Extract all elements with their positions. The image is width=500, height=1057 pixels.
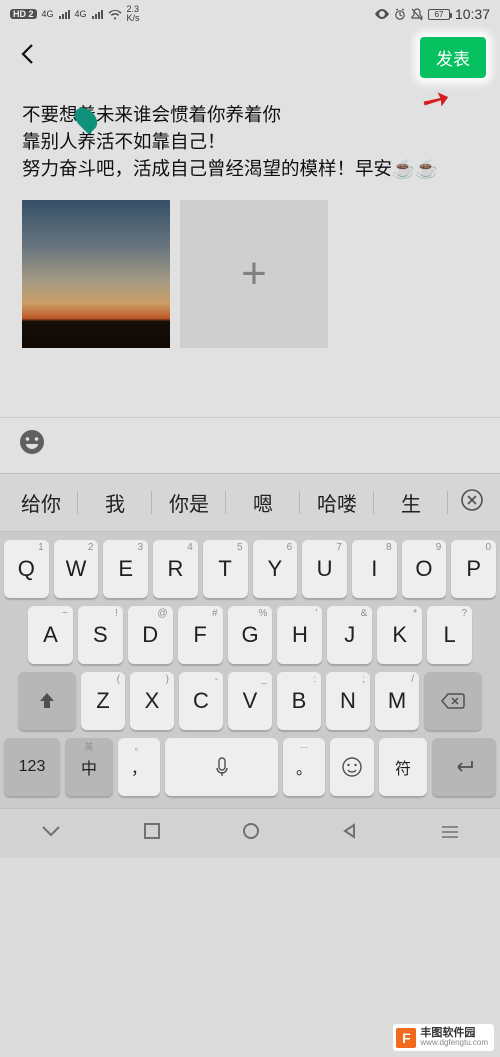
suggestion-5[interactable]: 哈喽 — [300, 482, 374, 523]
shift-key[interactable] — [18, 672, 76, 730]
symbol-key[interactable]: 符 — [379, 738, 427, 796]
comma-key[interactable]: 。 ， — [118, 738, 160, 796]
soft-keyboard: 1Q2W3E4R5T6Y7U8I9O0P ~A!S@D#F%G'H&J*K?L … — [0, 532, 500, 808]
plus-icon: + — [241, 249, 267, 299]
mute-icon — [411, 8, 423, 21]
network-speed: 2.3K/s — [127, 5, 140, 23]
alarm-icon — [394, 8, 406, 20]
attached-image-1[interactable] — [22, 200, 170, 348]
key-p[interactable]: 0P — [451, 540, 496, 598]
watermark-url: www.dgfengtu.com — [420, 1039, 488, 1048]
compose-header: 发表 ➚ — [0, 28, 500, 86]
nav-menu-button[interactable] — [441, 823, 459, 844]
key-o[interactable]: 9O — [402, 540, 447, 598]
nav-back-button[interactable] — [342, 823, 358, 844]
space-key[interactable] — [165, 738, 278, 796]
backspace-key[interactable] — [424, 672, 482, 730]
enter-key[interactable] — [432, 738, 496, 796]
key-t[interactable]: 5T — [203, 540, 248, 598]
key-i[interactable]: 8I — [352, 540, 397, 598]
emoji-picker-button[interactable] — [18, 432, 46, 462]
key-e[interactable]: 3E — [103, 540, 148, 598]
options-area — [0, 358, 500, 418]
suggestion-4[interactable]: 嗯 — [226, 482, 300, 523]
signal-1-bars — [59, 10, 70, 19]
suggestion-1[interactable]: 给你 — [4, 482, 78, 523]
key-q[interactable]: 1Q — [4, 540, 49, 598]
battery-icon: 67 — [428, 9, 450, 20]
key-s[interactable]: !S — [78, 606, 123, 664]
back-button[interactable] — [14, 37, 40, 78]
suggestion-6[interactable]: 生 — [374, 482, 448, 523]
add-image-button[interactable]: + — [180, 200, 328, 348]
wifi-icon — [108, 9, 122, 20]
watermark-logo: F — [396, 1028, 416, 1048]
language-key[interactable]: 英 中 — [65, 738, 113, 796]
ime-suggestion-bar: 给你 我 你是 嗯 哈喽 生 — [0, 473, 500, 532]
key-r[interactable]: 4R — [153, 540, 198, 598]
emoji-toolbar — [0, 418, 500, 473]
key-j[interactable]: &J — [327, 606, 372, 664]
signal-2-label: 4G — [75, 9, 87, 19]
hide-keyboard-button[interactable] — [41, 823, 61, 844]
key-h[interactable]: 'H — [277, 606, 322, 664]
key-c[interactable]: -C — [179, 672, 223, 730]
suggestion-3[interactable]: 你是 — [152, 482, 226, 523]
key-l[interactable]: ?L — [427, 606, 472, 664]
key-x[interactable]: )X — [130, 672, 174, 730]
compose-area: 不要想着未来谁会惯着你养着你 靠别人养活不如靠自己！ 努力奋斗吧，活成自己曾经渴… — [0, 86, 500, 358]
key-g[interactable]: %G — [228, 606, 273, 664]
key-u[interactable]: 7U — [302, 540, 347, 598]
key-w[interactable]: 2W — [54, 540, 99, 598]
keyboard-emoji-key[interactable] — [330, 738, 374, 796]
watermark: F 丰图软件园 www.dgfengtu.com — [393, 1024, 494, 1051]
system-nav-bar — [0, 808, 500, 858]
key-f[interactable]: #F — [178, 606, 223, 664]
status-bar: HD 2 4G 4G 2.3K/s 67 10:37 — [0, 0, 500, 28]
key-z[interactable]: (Z — [81, 672, 125, 730]
key-v[interactable]: _V — [228, 672, 272, 730]
numeric-key[interactable]: 123 — [4, 738, 60, 796]
key-n[interactable]: ;N — [326, 672, 370, 730]
key-k[interactable]: *K — [377, 606, 422, 664]
suggestion-delete-button[interactable] — [448, 488, 496, 518]
key-m[interactable]: /M — [375, 672, 419, 730]
eye-comfort-icon — [375, 9, 389, 19]
signal-2-bars — [92, 10, 103, 19]
clock: 10:37 — [455, 6, 490, 22]
key-a[interactable]: ~A — [28, 606, 73, 664]
nav-home-button[interactable] — [242, 822, 260, 845]
hd-badge: HD 2 — [10, 9, 37, 19]
signal-1-label: 4G — [42, 9, 54, 19]
key-d[interactable]: @D — [128, 606, 173, 664]
period-key[interactable]: ... 。 — [283, 738, 325, 796]
nav-recent-button[interactable] — [144, 823, 160, 844]
publish-button[interactable]: 发表 — [420, 37, 486, 78]
key-y[interactable]: 6Y — [253, 540, 298, 598]
suggestion-2[interactable]: 我 — [78, 482, 152, 523]
key-b[interactable]: :B — [277, 672, 321, 730]
